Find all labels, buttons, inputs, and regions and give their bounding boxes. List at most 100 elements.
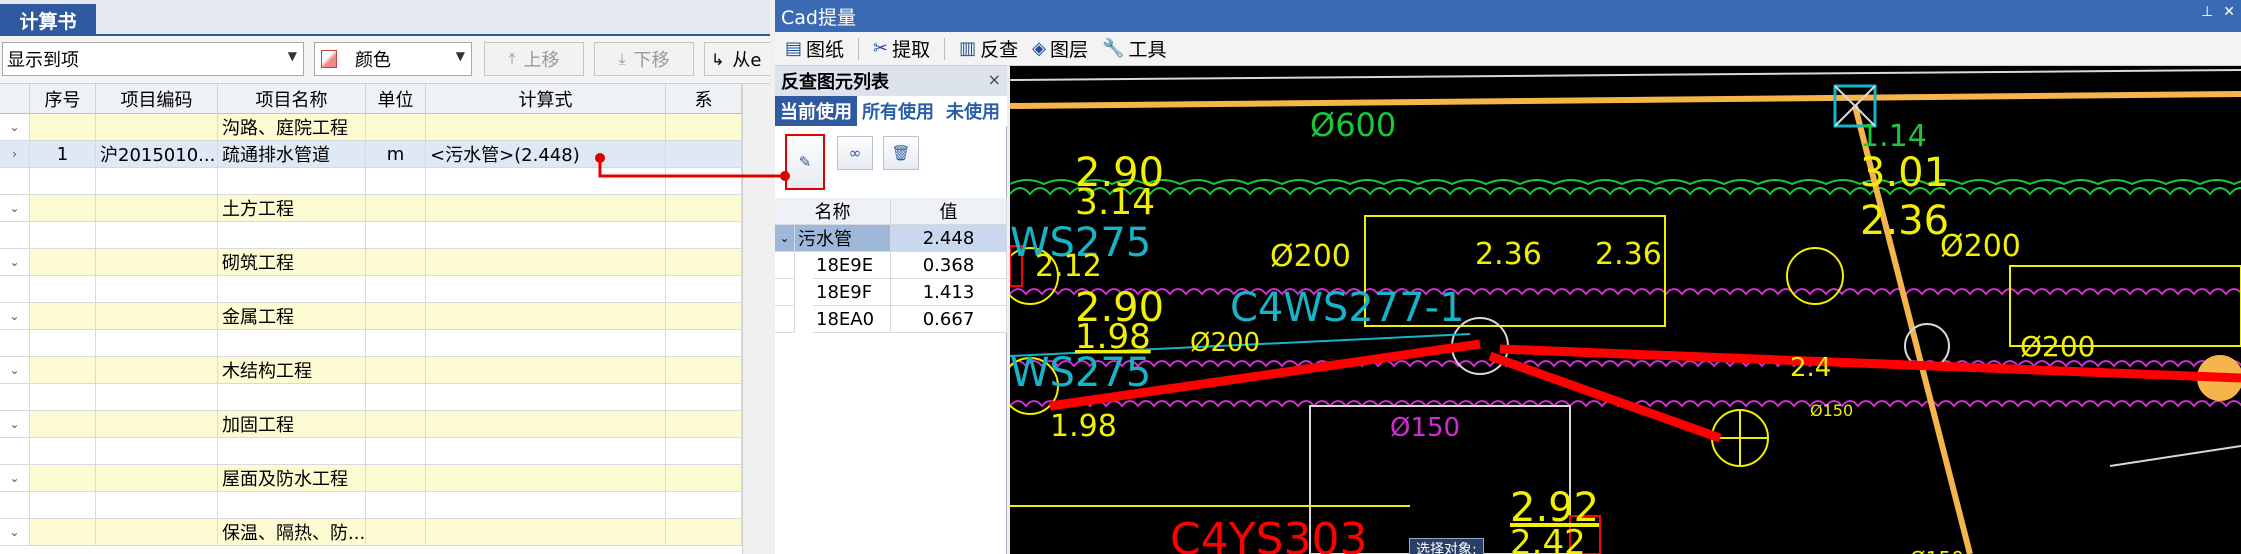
grid-header-formula[interactable]: 计算式 (426, 84, 666, 114)
cell-formula[interactable] (426, 249, 666, 276)
from-button[interactable]: ↳ 从e (704, 42, 770, 76)
grid-header-name[interactable]: 项目名称 (218, 84, 366, 114)
cell-formula[interactable] (426, 114, 666, 141)
blank-row[interactable] (0, 168, 742, 195)
display-level-select[interactable]: 显示到项 ▼ (2, 42, 304, 76)
close-icon[interactable]: × (988, 70, 1001, 89)
cell-code[interactable] (96, 492, 218, 519)
blank-row[interactable] (0, 492, 742, 519)
tools-button[interactable]: 🔧 工具 (1102, 35, 1166, 62)
cell-seq[interactable] (30, 519, 96, 546)
blank-row[interactable] (0, 438, 742, 465)
cell-coef[interactable] (666, 168, 742, 195)
reverse-cell-value[interactable]: 1.413 (891, 279, 1007, 306)
category-row[interactable]: ⌄ 木结构工程 (0, 357, 742, 384)
tab-current-used[interactable]: 当前使用 (775, 96, 857, 126)
cell-name[interactable]: 沟路、庭院工程 (218, 114, 366, 141)
cell-code[interactable] (96, 168, 218, 195)
expand-chevron-icon[interactable]: ⌄ (0, 411, 30, 438)
cell-formula[interactable] (426, 465, 666, 492)
expand-chevron-icon[interactable]: ⌄ (0, 465, 30, 492)
cell-coef[interactable] (666, 222, 742, 249)
cell-formula[interactable] (426, 276, 666, 303)
locate-button[interactable]: ✎ (785, 134, 825, 190)
blank-row[interactable] (0, 330, 742, 357)
cell-seq[interactable] (30, 465, 96, 492)
move-down-button[interactable]: ⤓ 下移 (594, 42, 694, 76)
row-gutter[interactable]: › (0, 141, 30, 168)
category-row[interactable]: ⌄ 加固工程 (0, 411, 742, 438)
cell-name[interactable] (218, 276, 366, 303)
expand-chevron-icon[interactable]: ⌄ (0, 195, 30, 222)
cell-formula[interactable]: <污水管>(2.448) (426, 141, 666, 168)
expand-chevron-icon[interactable]: ⌄ (0, 519, 30, 546)
cell-name[interactable]: 木结构工程 (218, 357, 366, 384)
cell-name[interactable] (218, 330, 366, 357)
reverse-group-row[interactable]: ⌄ 污水管 2.448 (775, 225, 1007, 252)
cell-code[interactable] (96, 330, 218, 357)
cell-name[interactable]: 保温、隔热、防... (218, 519, 366, 546)
category-row[interactable]: ⌄ 金属工程 (0, 303, 742, 330)
find-button[interactable]: ∞ (837, 136, 873, 170)
cell-seq[interactable] (30, 276, 96, 303)
cell-unit[interactable] (366, 195, 426, 222)
cell-unit[interactable] (366, 465, 426, 492)
expand-chevron-icon[interactable]: ⌄ (0, 114, 30, 141)
cell-seq[interactable] (30, 303, 96, 330)
cell-coef[interactable] (666, 411, 742, 438)
cell-name[interactable]: 屋面及防水工程 (218, 465, 366, 492)
cell-name[interactable] (218, 438, 366, 465)
cell-code[interactable] (96, 357, 218, 384)
row-gutter[interactable] (0, 330, 30, 357)
cell-formula[interactable] (426, 438, 666, 465)
cell-unit[interactable] (366, 438, 426, 465)
cell-seq[interactable] (30, 195, 96, 222)
cell-formula[interactable] (426, 195, 666, 222)
cell-name[interactable] (218, 384, 366, 411)
drawing-button[interactable]: ▤ 图纸 (785, 35, 844, 62)
category-row[interactable]: ⌄ 保温、隔热、防... (0, 519, 742, 546)
reverse-item-row[interactable]: 18EA0 0.667 (775, 306, 1007, 333)
cell-name[interactable]: 砌筑工程 (218, 249, 366, 276)
row-gutter[interactable] (0, 492, 30, 519)
cell-name[interactable]: 金属工程 (218, 303, 366, 330)
reverse-lookup-button[interactable]: ▥ 反查 (959, 35, 1018, 62)
cell-unit[interactable]: m (366, 141, 426, 168)
cell-seq[interactable] (30, 357, 96, 384)
tab-calc-book[interactable]: 计算书 (0, 4, 96, 36)
layers-button[interactable]: ◈ 图层 (1032, 35, 1088, 62)
reverse-cell-value[interactable]: 2.448 (891, 225, 1007, 252)
cell-name[interactable]: 土方工程 (218, 195, 366, 222)
cell-unit[interactable] (366, 384, 426, 411)
cell-coef[interactable] (666, 249, 742, 276)
tab-all-used[interactable]: 所有使用 (857, 96, 939, 126)
reverse-item-row[interactable]: 18E9F 1.413 (775, 279, 1007, 306)
blank-row[interactable] (0, 384, 742, 411)
cell-seq[interactable] (30, 330, 96, 357)
cell-coef[interactable] (666, 492, 742, 519)
cell-formula[interactable] (426, 384, 666, 411)
cell-unit[interactable] (366, 276, 426, 303)
cell-code[interactable] (96, 195, 218, 222)
row-gutter[interactable] (0, 168, 30, 195)
cell-seq[interactable] (30, 222, 96, 249)
cell-seq[interactable] (30, 114, 96, 141)
cell-formula[interactable] (426, 411, 666, 438)
reverse-item-row[interactable]: 18E9E 0.368 (775, 252, 1007, 279)
grid-scrollbar[interactable] (742, 84, 770, 554)
cell-unit[interactable] (366, 492, 426, 519)
cell-coef[interactable] (666, 357, 742, 384)
cell-coef[interactable] (666, 114, 742, 141)
row-gutter[interactable] (0, 438, 30, 465)
cell-seq[interactable] (30, 384, 96, 411)
reverse-cell-name[interactable]: 污水管 (795, 225, 891, 252)
cell-coef[interactable] (666, 519, 742, 546)
cell-coef[interactable] (666, 195, 742, 222)
cell-code[interactable] (96, 276, 218, 303)
cell-formula[interactable] (426, 330, 666, 357)
extract-button[interactable]: ✂ 提取 (873, 35, 930, 62)
cell-seq[interactable] (30, 411, 96, 438)
close-icon[interactable]: ✕ (2223, 4, 2235, 20)
cell-formula[interactable] (426, 222, 666, 249)
reverse-header-name[interactable]: 名称 (775, 198, 891, 225)
